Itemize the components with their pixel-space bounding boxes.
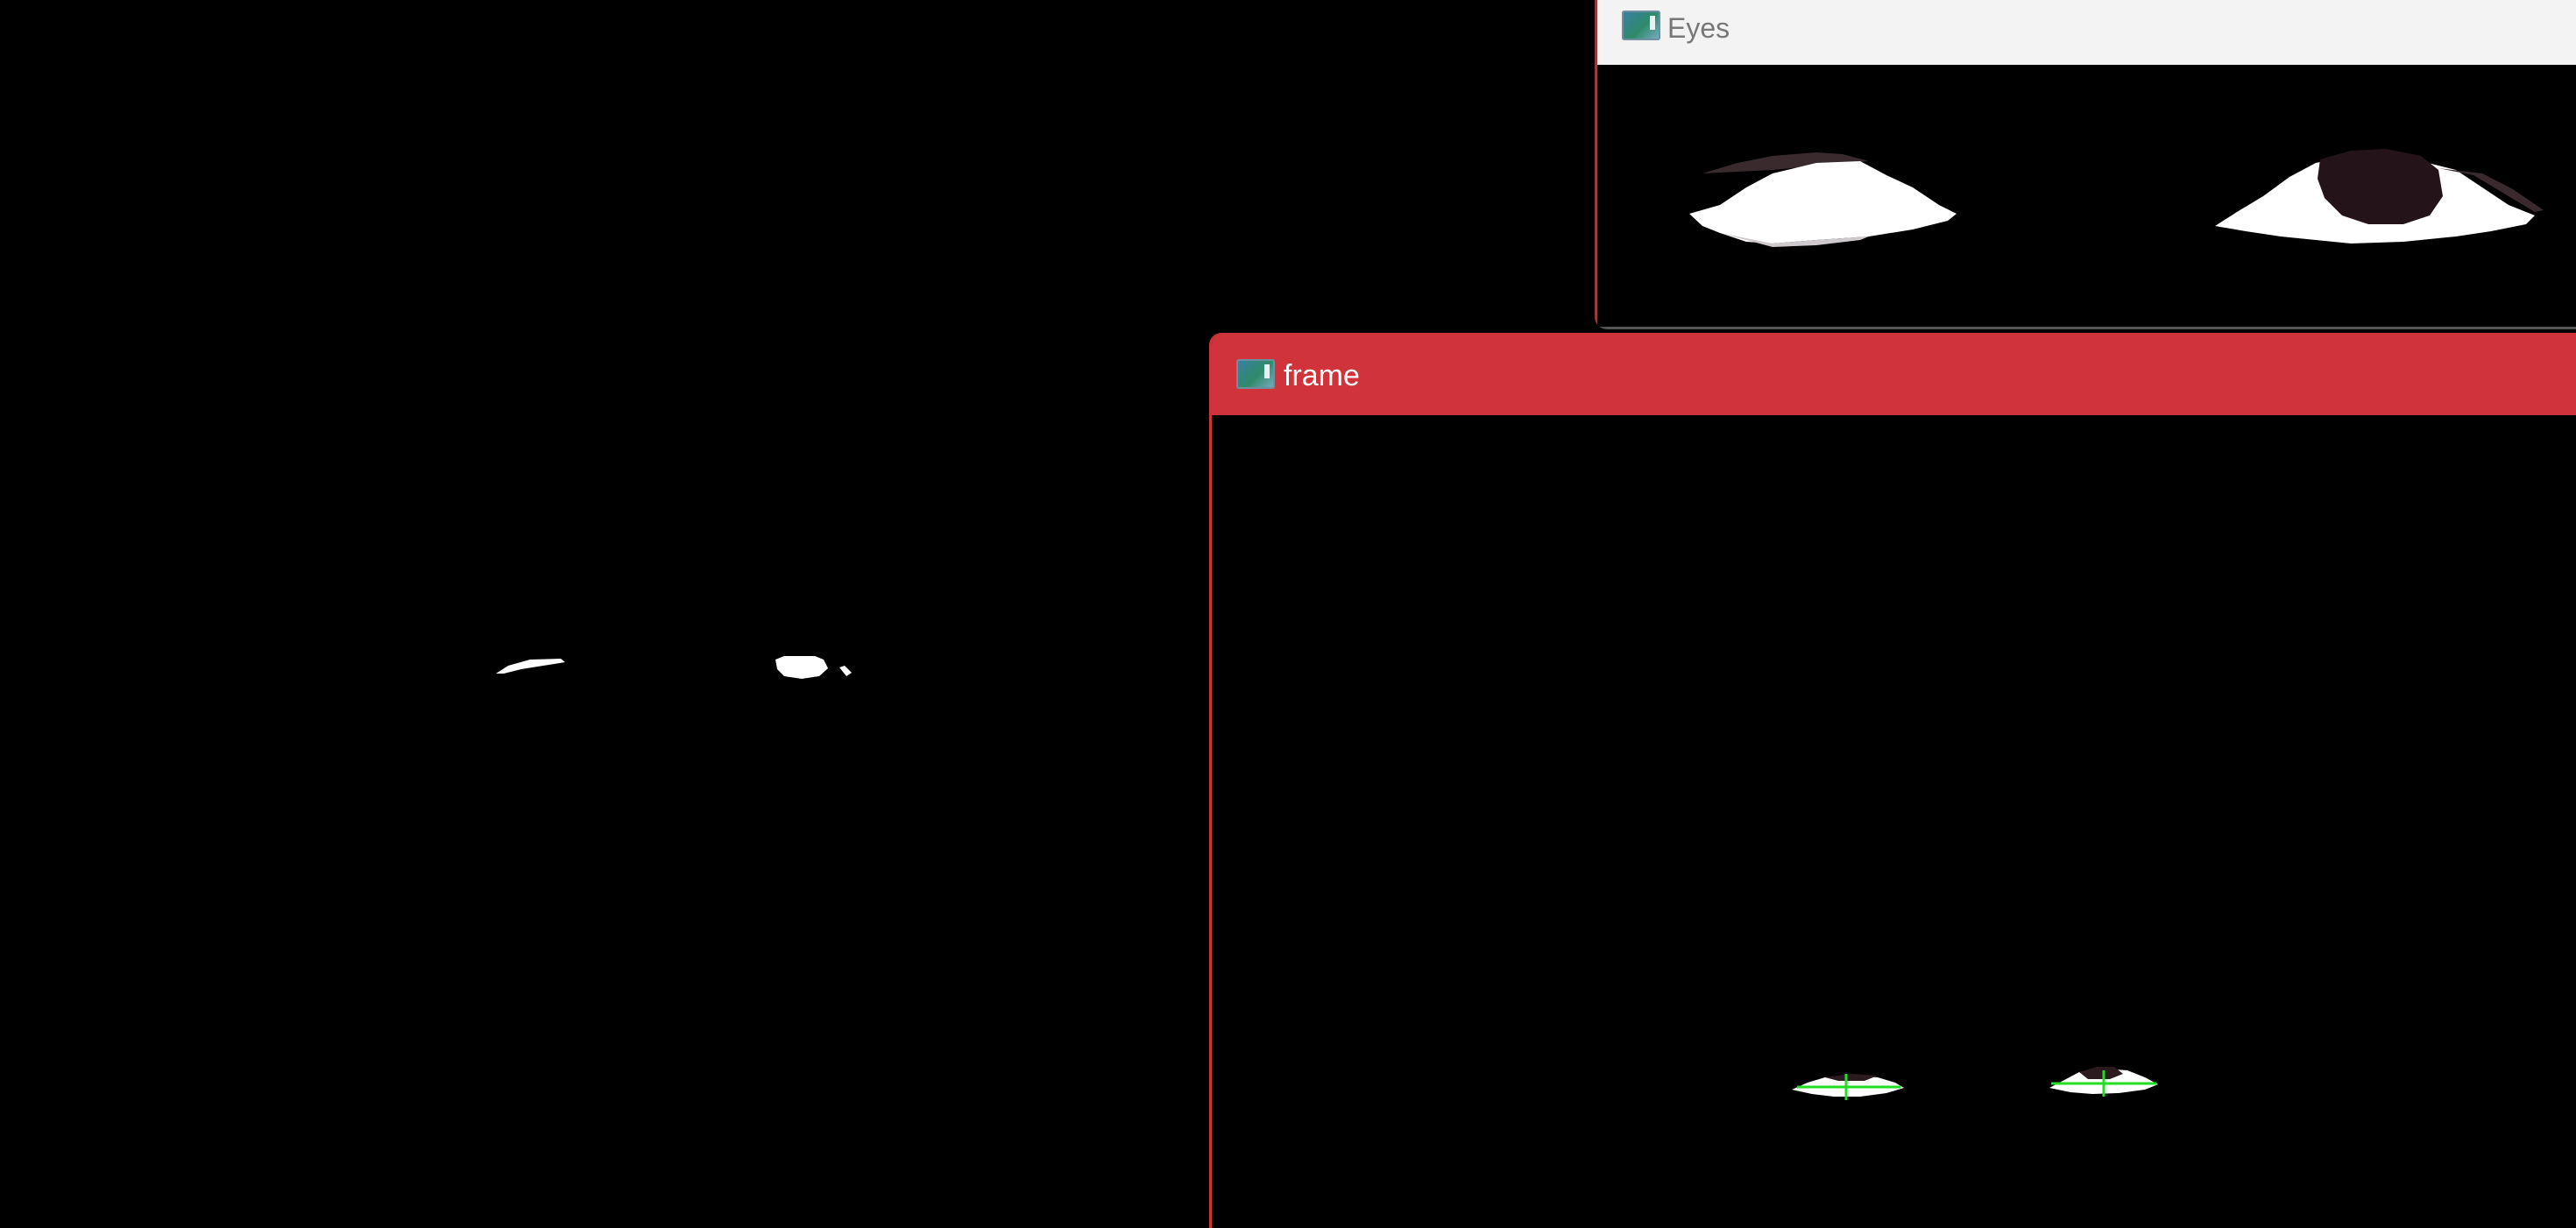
- threshold-image-view: [0, 0, 1209, 1228]
- frame-window-title: frame: [1284, 359, 1360, 392]
- eyes-window[interactable]: Eyes – ☐: [1595, 0, 2576, 329]
- threshold-left-eye-blob: [496, 659, 565, 674]
- eyes-image-view: [1597, 65, 2576, 327]
- frame-image-view: [1212, 415, 2576, 1228]
- left-eye-white: [1689, 161, 1957, 243]
- eyes-window-titlebar[interactable]: Eyes – ☐: [1597, 0, 2576, 66]
- frame-window[interactable]: frame: [1209, 333, 2576, 1228]
- threshold-right-eye-speck: [839, 666, 852, 676]
- frame-left-eye: [1792, 1074, 1904, 1100]
- threshold-right-eye-blob: [775, 656, 828, 679]
- desktop: Eyes – ☐ frame: [0, 0, 2576, 1228]
- eyes-image: [1689, 149, 2544, 247]
- opencv-window-icon: [1236, 359, 1275, 389]
- frame-right-eye: [2049, 1067, 2158, 1097]
- frame-window-titlebar[interactable]: frame: [1212, 333, 2576, 415]
- eyes-window-title: Eyes: [1667, 12, 1730, 44]
- threshold-image: [496, 656, 852, 679]
- frame-image: [1792, 1067, 2158, 1100]
- opencv-window-icon: [1622, 11, 1660, 40]
